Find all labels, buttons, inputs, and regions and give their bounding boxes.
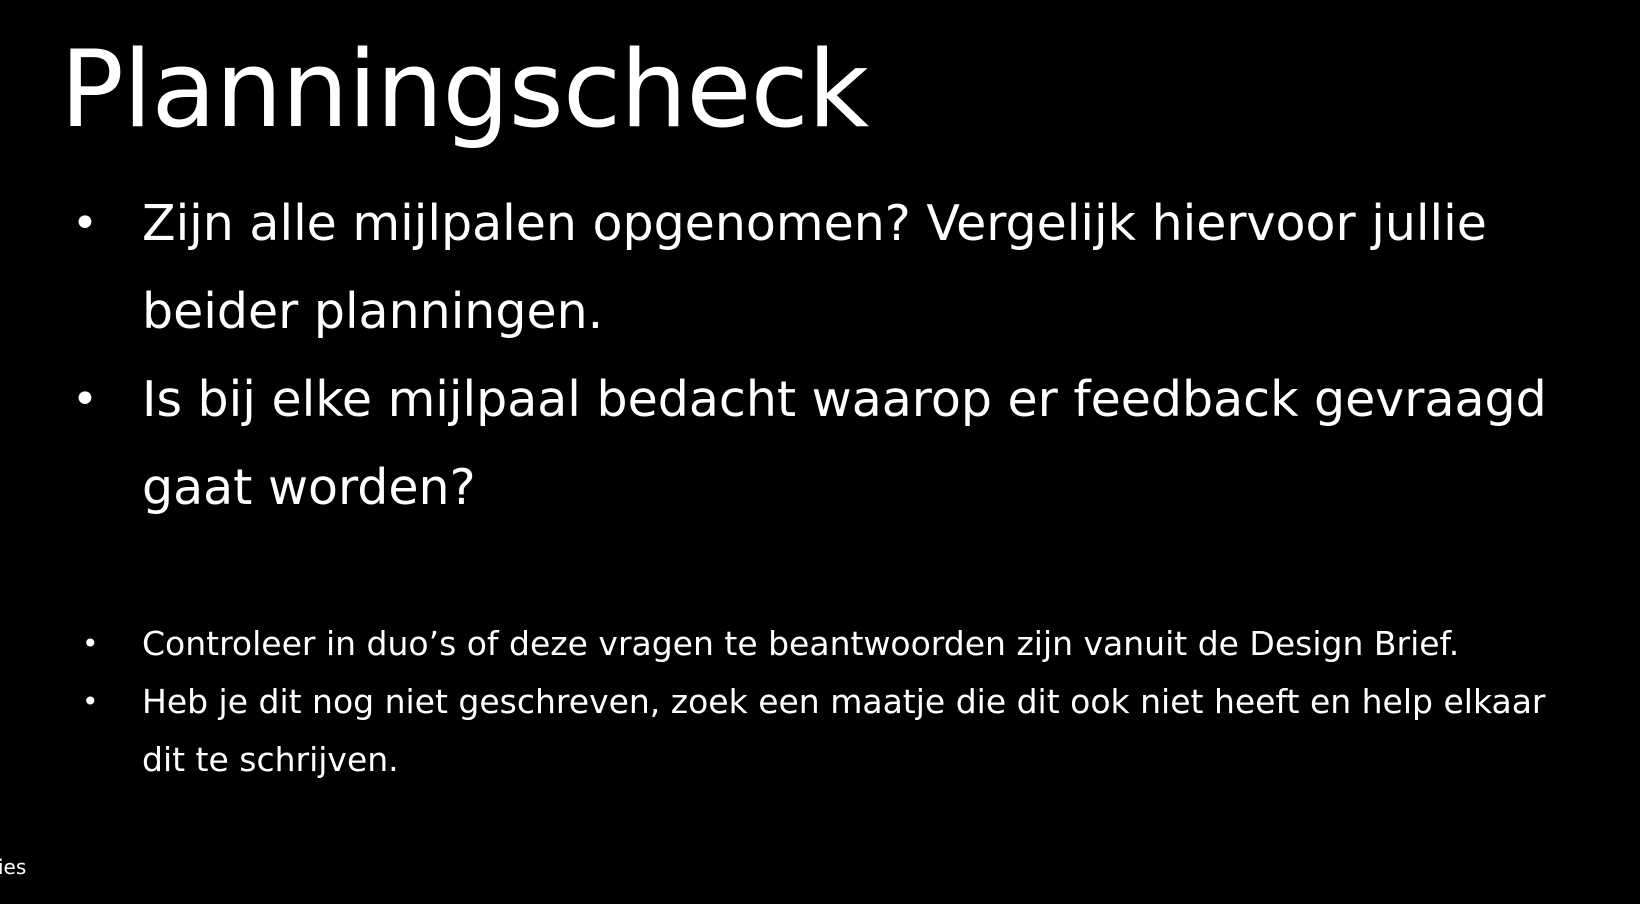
bullet-dot-icon: • (72, 198, 98, 249)
bullet-dot-icon: • (82, 685, 99, 718)
sub-bullet-list: • Controleer in duo’s of deze vragen te … (0, 615, 1640, 789)
main-bullet-1: • Zijn alle mijlpalen opgenomen? Vergeli… (0, 180, 1582, 356)
slide-title: Planningscheck (60, 28, 869, 151)
main-bullet-2: • Is bij elke mijlpaal bedacht waarop er… (0, 356, 1582, 532)
sub-bullet-2: • Heb je dit nog niet geschreven, zoek e… (0, 673, 1582, 789)
sub-bullet-text: Heb je dit nog niet geschreven, zoek een… (142, 682, 1546, 779)
sub-bullet-1: • Controleer in duo’s of deze vragen te … (0, 615, 1582, 673)
main-bullet-text: Zijn alle mijlpalen opgenomen? Vergelijk… (142, 195, 1487, 340)
bullet-dot-icon: • (82, 627, 99, 660)
sub-bullet-text: Controleer in duo’s of deze vragen te be… (142, 624, 1460, 663)
bullet-dot-icon: • (72, 374, 98, 425)
slide: Planningscheck • Zijn alle mijlpalen opg… (0, 0, 1640, 904)
main-bullet-list: • Zijn alle mijlpalen opgenomen? Vergeli… (0, 180, 1640, 532)
main-bullet-text: Is bij elke mijlpaal bedacht waarop er f… (142, 371, 1547, 516)
footer-text-fragment: ies (0, 855, 27, 879)
